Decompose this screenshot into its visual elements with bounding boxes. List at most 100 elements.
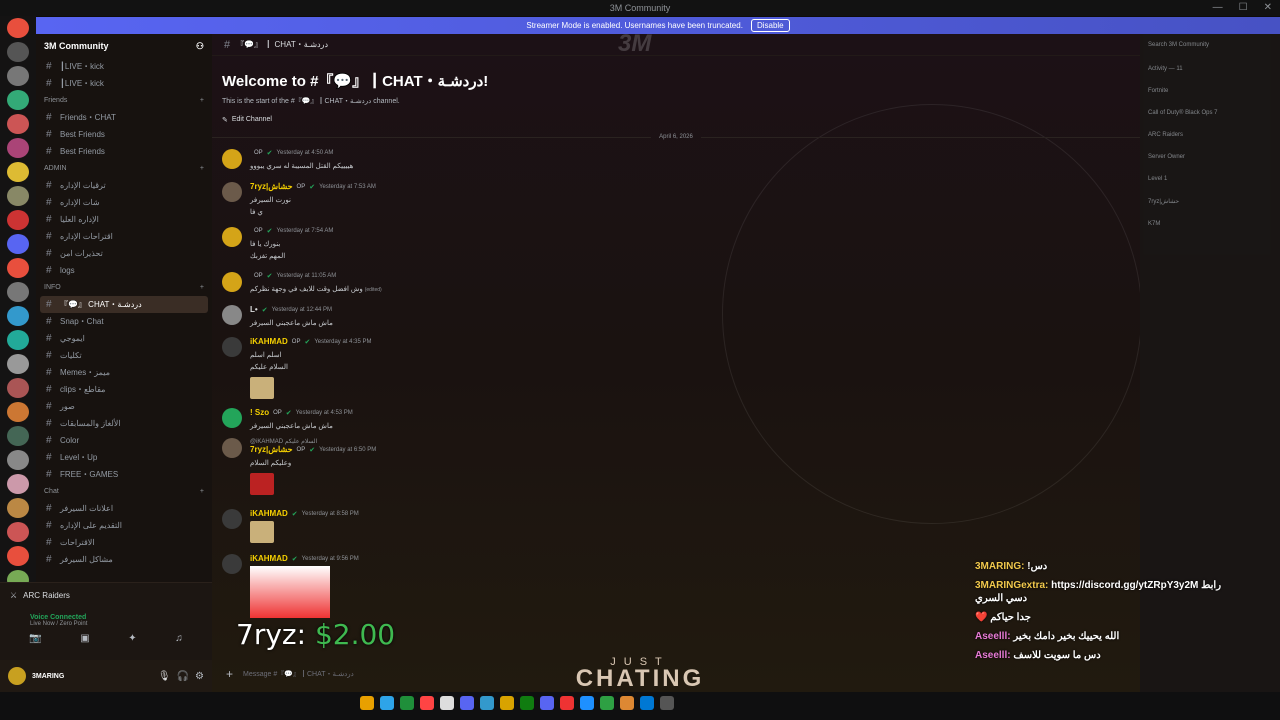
channel-item[interactable]: # Best Friends: [36, 126, 212, 143]
microphone-icon[interactable]: 🎙: [158, 671, 171, 682]
server-icon[interactable]: [7, 282, 29, 302]
channel-item[interactable]: # مشاكل السيرفر: [36, 551, 212, 568]
taskbar-app-icon[interactable]: [480, 696, 494, 710]
taskbar-app-icon[interactable]: [560, 696, 574, 710]
channel-item[interactable]: # تكليات: [36, 347, 212, 364]
message-author[interactable]: ! Szo: [250, 408, 269, 417]
voice-server-name[interactable]: ARC Raiders: [23, 591, 70, 600]
channel-item[interactable]: # اقتراحات الإداره: [36, 228, 212, 245]
message-author[interactable]: iKAHMAD: [250, 509, 288, 518]
channel-item[interactable]: # ┃LIVE・kick: [36, 58, 212, 75]
server-icon[interactable]: [7, 66, 29, 86]
add-member-icon[interactable]: ⚇: [196, 41, 204, 52]
channel-category[interactable]: Chat +: [36, 483, 212, 500]
channel-category[interactable]: ADMIN +: [36, 160, 212, 177]
message-image[interactable]: [250, 377, 274, 399]
avatar[interactable]: [8, 667, 26, 685]
chat-message[interactable]: @iKAHMAD السلام عليكم 7ryz|حشاش OP ✔ Yesterd…: [222, 438, 376, 495]
add-channel-icon[interactable]: +: [200, 165, 204, 172]
chat-message[interactable]: iKAHMAD ✔ Yesterday at 8:58 PM: [222, 509, 359, 543]
message-image[interactable]: [250, 521, 274, 543]
reply-preview[interactable]: @iKAHMAD السلام عليكم: [250, 438, 376, 445]
avatar[interactable]: [222, 227, 242, 247]
channel-category[interactable]: Friends +: [36, 92, 212, 109]
channel-item[interactable]: # صور: [36, 398, 212, 415]
channel-item[interactable]: # الاقتراحات: [36, 534, 212, 551]
username[interactable]: 3MARING: [32, 673, 152, 680]
server-icon[interactable]: [7, 330, 29, 350]
avatar[interactable]: [222, 305, 242, 325]
channel-item[interactable]: # FREE・GAMES: [36, 466, 212, 483]
server-icon[interactable]: [7, 90, 29, 110]
guild-header[interactable]: 3M Community ⚇: [36, 34, 212, 58]
taskbar-app-icon[interactable]: [620, 696, 634, 710]
channel-item[interactable]: # Color: [36, 432, 212, 449]
server-icon[interactable]: [7, 450, 29, 470]
headphones-icon[interactable]: 🎧: [177, 671, 189, 682]
add-attachment-icon[interactable]: +: [226, 667, 233, 681]
add-channel-icon[interactable]: +: [200, 284, 204, 291]
settings-icon[interactable]: ⚙: [195, 671, 204, 682]
avatar[interactable]: [222, 272, 242, 292]
server-icon[interactable]: [7, 138, 29, 158]
chat-message[interactable]: OP ✔ Yesterday at 7:54 AM بنورك يا فا المهم …: [222, 227, 333, 263]
activity-icon[interactable]: ✦: [128, 633, 136, 644]
channel-item[interactable]: # شات الإداره: [36, 194, 212, 211]
chat-message[interactable]: L• ✔ Yesterday at 12:44 PM ماش ماش ماعجبني …: [222, 305, 333, 330]
channel-item[interactable]: # التقديم على الإداره: [36, 517, 212, 534]
chat-message[interactable]: iKAHMAD OP ✔ Yesterday at 4:35 PM اسلم اسلم ا…: [222, 337, 371, 399]
chat-message[interactable]: ! Szo OP ✔ Yesterday at 4:53 PM ماش ماش ماعج…: [222, 408, 353, 433]
server-icon[interactable]: [7, 426, 29, 446]
close-icon[interactable]: ✕: [1264, 2, 1272, 13]
activity-item[interactable]: 7ryz|حشاش: [1140, 195, 1280, 208]
taskbar-app-icon[interactable]: [520, 696, 534, 710]
camera-icon[interactable]: 📷: [29, 633, 41, 644]
server-icon[interactable]: [7, 402, 29, 422]
avatar[interactable]: [222, 438, 242, 458]
avatar[interactable]: [222, 182, 242, 202]
message-input[interactable]: Message #『💬』┃CHAT・دردشـة: [243, 669, 354, 679]
chat-message[interactable]: OP ✔ Yesterday at 11:05 AM وش افضل وقت للاي…: [222, 272, 382, 296]
channel-item[interactable]: # logs: [36, 262, 212, 279]
channel-item[interactable]: # الألغاز والمسابقات: [36, 415, 212, 432]
add-channel-icon[interactable]: +: [200, 97, 204, 104]
taskbar-app-icon[interactable]: [360, 696, 374, 710]
server-icon[interactable]: [7, 378, 29, 398]
channel-category[interactable]: INFO +: [36, 279, 212, 296]
taskbar-app-icon[interactable]: [420, 696, 434, 710]
server-icon[interactable]: [7, 306, 29, 326]
server-icon[interactable]: [7, 42, 29, 62]
server-icon[interactable]: [7, 162, 29, 182]
activity-item[interactable]: K7M: [1140, 218, 1280, 230]
taskbar-app-icon[interactable]: [660, 696, 674, 710]
add-channel-icon[interactable]: +: [200, 488, 204, 495]
server-icon[interactable]: [7, 186, 29, 206]
message-author[interactable]: L•: [250, 305, 258, 314]
channel-item[interactable]: # ┃LIVE・kick: [36, 75, 212, 92]
channel-item[interactable]: # تحذيرات امن: [36, 245, 212, 262]
message-author[interactable]: 7ryz|حشاش: [250, 445, 293, 454]
server-icon[interactable]: [7, 18, 29, 38]
taskbar-app-icon[interactable]: [640, 696, 654, 710]
activity-item[interactable]: Call of Duty® Black Ops 7: [1140, 107, 1280, 119]
message-author[interactable]: iKAHMAD: [250, 554, 288, 563]
avatar[interactable]: [222, 337, 242, 357]
message-author[interactable]: 7ryz|حشاش: [250, 182, 293, 191]
taskbar-app-icon[interactable]: [600, 696, 614, 710]
chat-message[interactable]: 7ryz|حشاش OP ✔ Yesterday at 7:53 AM نورت الس…: [222, 182, 376, 219]
activity-item[interactable]: Fortnite: [1140, 85, 1280, 97]
channel-item[interactable]: # ترقيات الإداره: [36, 177, 212, 194]
server-icon[interactable]: [7, 498, 29, 518]
avatar[interactable]: [222, 408, 242, 428]
search-input[interactable]: Search 3M Community: [1140, 34, 1280, 51]
chat-message[interactable]: OP ✔ Yesterday at 4:50 AM هييييكم القتل الم…: [222, 149, 353, 173]
screen-share-icon[interactable]: ▣: [80, 633, 89, 644]
maximize-icon[interactable]: ☐: [1239, 2, 1248, 13]
avatar[interactable]: [222, 149, 242, 169]
server-icon[interactable]: [7, 474, 29, 494]
avatar[interactable]: [222, 509, 242, 529]
activity-item[interactable]: ARC Raiders: [1140, 129, 1280, 141]
taskbar-app-icon[interactable]: [540, 696, 554, 710]
taskbar-app-icon[interactable]: [380, 696, 394, 710]
taskbar-app-icon[interactable]: [400, 696, 414, 710]
